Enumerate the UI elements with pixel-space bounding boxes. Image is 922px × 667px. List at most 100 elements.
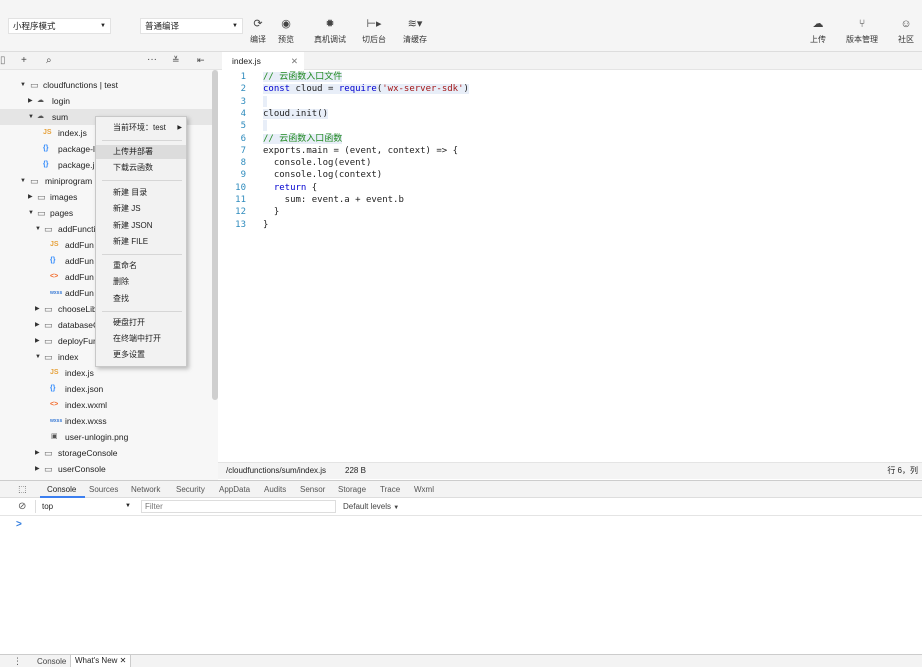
menu-item-open-disk[interactable]: 硬盘打开 <box>96 316 186 330</box>
cursor-position[interactable]: 行 6，列 <box>887 463 918 479</box>
folder-icon: ▭ <box>44 304 53 314</box>
wxml-file-icon: <> <box>50 273 59 280</box>
more-options-button[interactable]: ··· <box>147 54 157 65</box>
tree-item-label: user-unlogin.png <box>65 432 129 442</box>
file-tree-toolbar: ▯ + ⌕ ··· ≚ ⇤ <box>0 52 218 70</box>
search-icon[interactable]: ⌕ <box>46 55 52 66</box>
menu-item-current-env[interactable]: 当前环境：test ▶ <box>96 121 186 135</box>
tree-item-index-js-page[interactable]: JS index.js <box>0 365 212 381</box>
clear-cache-label: 清缓存 <box>403 35 427 44</box>
inspect-element-icon[interactable]: ⬚ <box>18 484 27 495</box>
log-levels-value: Default levels <box>343 502 392 511</box>
menu-item-open-terminal[interactable]: 在终端中打开 <box>96 332 186 346</box>
collapse-arrow-icon[interactable]: ▶ <box>35 301 40 317</box>
compile-select[interactable]: 普通编译 ▼ <box>140 18 243 34</box>
expand-arrow-icon[interactable]: ▼ <box>35 221 41 237</box>
menu-item-more-settings[interactable]: 更多设置 <box>96 348 186 362</box>
tab-storage[interactable]: Storage <box>338 485 366 494</box>
tree-item-user-unlogin-png[interactable]: ▣ user-unlogin.png <box>0 429 212 445</box>
line-number: 13 <box>235 219 246 230</box>
add-file-button[interactable]: + <box>21 55 27 66</box>
tab-trace[interactable]: Trace <box>380 485 400 494</box>
tree-item-label: index.wxss <box>65 416 107 426</box>
menu-item-new-folder[interactable]: 新建 目录 <box>96 186 186 200</box>
tab-console[interactable]: Console <box>47 485 76 494</box>
tree-item-label: index.json <box>65 384 104 394</box>
branch-icon: ⑂ <box>858 18 866 30</box>
tab-sensor[interactable]: Sensor <box>300 485 325 494</box>
wxss-file-icon: wxss <box>50 290 63 296</box>
collapse-arrow-icon[interactable]: ▶ <box>35 317 40 333</box>
line-number: 6 <box>240 133 246 144</box>
community-button[interactable]: ☺ 社区 <box>893 14 919 45</box>
upload-button[interactable]: ☁ 上传 <box>803 14 833 45</box>
collapse-panel-icon[interactable]: ⇤ <box>197 55 205 66</box>
line-number: 3 <box>240 96 246 107</box>
tree-item-index-wxml[interactable]: <> index.wxml <box>0 397 212 413</box>
tree-item-login[interactable]: ▶ ☁ login <box>0 93 212 109</box>
code-editor[interactable]: 1 2 3 4 5 6 7 8 9 10 11 12 13 // 云函数入口文件… <box>218 70 922 462</box>
block-clear-icon[interactable]: ⊘ <box>18 501 26 512</box>
tree-item-storageconsole[interactable]: ▶ ▭ storageConsole <box>0 445 212 461</box>
version-manage-button[interactable]: ⑂ 版本管理 <box>842 14 882 45</box>
editor-tab-index-js[interactable]: index.js ✕ <box>222 52 304 70</box>
tree-item-userconsole[interactable]: ▶ ▭ userConsole <box>0 461 212 477</box>
refresh-icon: ⟳ <box>253 18 263 30</box>
expand-arrow-icon[interactable]: ▼ <box>20 77 26 93</box>
drawer-menu-icon[interactable]: ⋮ <box>13 656 22 667</box>
tree-item-index-json[interactable]: {} index.json <box>0 381 212 397</box>
close-icon[interactable]: ✕ <box>120 656 127 665</box>
expand-arrow-icon[interactable]: ▼ <box>20 173 26 189</box>
collapse-arrow-icon[interactable]: ▶ <box>28 189 33 205</box>
tree-item-label: addFun <box>65 240 94 250</box>
tab-security[interactable]: Security <box>176 485 205 494</box>
clear-cache-button[interactable]: ≋▾ 清缓存 <box>399 14 431 45</box>
context-select[interactable]: top ▼ <box>35 500 135 513</box>
tab-audits[interactable]: Audits <box>264 485 286 494</box>
remote-debug-button[interactable]: ✹ 真机调试 <box>310 14 350 45</box>
menu-item-download-function[interactable]: 下载云函数 <box>96 161 186 175</box>
code-comment: // 云函数入口函数 <box>263 133 343 144</box>
tab-network[interactable]: Network <box>131 485 160 494</box>
bug-icon: ✹ <box>325 18 335 30</box>
tab-wxml[interactable]: Wxml <box>414 485 434 494</box>
console-filter-input[interactable] <box>141 500 336 513</box>
collapse-arrow-icon[interactable]: ▶ <box>35 445 40 461</box>
code-line: sum: event.a + event.b <box>263 195 404 205</box>
compile-button[interactable]: ⟳ 编译 <box>245 14 271 45</box>
json-file-icon: {} <box>50 257 56 264</box>
tab-sources[interactable]: Sources <box>89 485 118 494</box>
expand-arrow-icon[interactable]: ▼ <box>28 205 34 221</box>
log-levels-select[interactable]: Default levels ▼ <box>343 502 399 511</box>
menu-divider <box>102 311 182 312</box>
expand-arrow-icon[interactable]: ▼ <box>35 349 41 365</box>
console-output[interactable]: > <box>0 516 922 654</box>
mode-select[interactable]: 小程序模式 ▼ <box>8 18 111 34</box>
menu-item-new-js[interactable]: 新建 JS <box>96 202 186 216</box>
preview-button[interactable]: ◉ 预览 <box>273 14 299 45</box>
menu-item-delete[interactable]: 删除 <box>96 275 186 289</box>
menu-item-upload-deploy[interactable]: 上传并部署 <box>96 145 186 159</box>
line-number: 10 <box>235 182 246 193</box>
drawer-tab-console[interactable]: Console <box>37 657 66 666</box>
collapse-arrow-icon[interactable]: ▶ <box>35 461 40 477</box>
folder-icon: ▭ <box>30 176 39 186</box>
tab-appdata[interactable]: AppData <box>219 485 250 494</box>
drawer-tab-whats-new[interactable]: What's New ✕ <box>70 655 132 667</box>
tree-item-cloudfunctions[interactable]: ▼ ▭ cloudfunctions | test <box>0 77 212 93</box>
collapse-arrow-icon[interactable]: ▶ <box>35 333 40 349</box>
sort-icon[interactable]: ≚ <box>172 55 180 66</box>
menu-divider <box>102 140 182 141</box>
tree-item-index-wxss[interactable]: wxss index.wxss <box>0 413 212 429</box>
menu-item-rename[interactable]: 重命名 <box>96 259 186 273</box>
menu-item-new-json[interactable]: 新建 JSON <box>96 219 186 233</box>
tree-item-label: package-l <box>58 144 95 154</box>
expand-arrow-icon[interactable]: ▼ <box>28 109 34 125</box>
menu-item-new-file[interactable]: 新建 FILE <box>96 235 186 249</box>
menu-divider <box>102 180 182 181</box>
switch-background-button[interactable]: ⊢▸ 切后台 <box>358 14 390 45</box>
collapse-arrow-icon[interactable]: ▶ <box>28 93 33 109</box>
close-icon[interactable]: ✕ <box>291 52 298 70</box>
menu-item-find[interactable]: 查找 <box>96 292 186 306</box>
line-number: 1 <box>240 72 246 82</box>
